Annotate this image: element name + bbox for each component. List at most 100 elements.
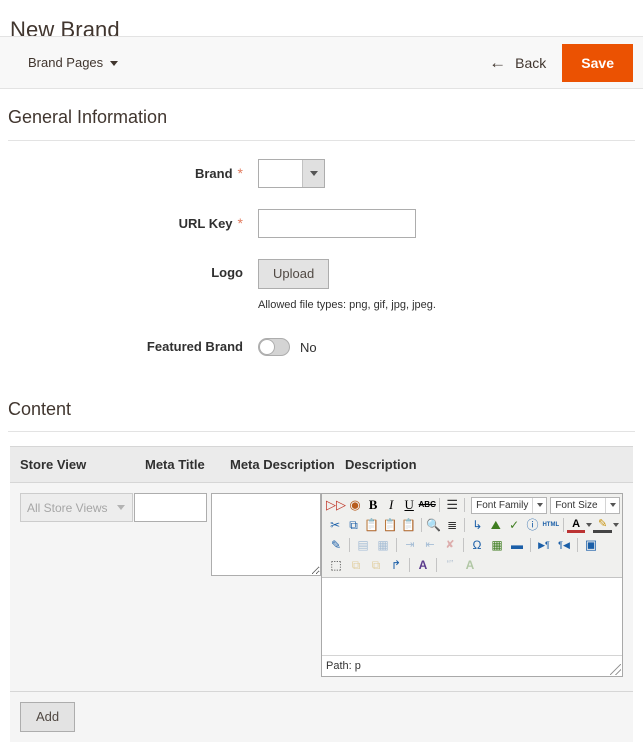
ltr-icon[interactable]: ▶¶ (534, 536, 554, 554)
brand-control (258, 159, 325, 188)
insert-row-before-icon: ⇥ (405, 539, 415, 551)
styles-icon[interactable]: A (413, 556, 433, 574)
toolbar-separator (464, 518, 466, 532)
font-size-select[interactable]: Font Size (550, 496, 620, 514)
chevron-down-icon (532, 497, 546, 513)
editor-content-area[interactable] (322, 578, 622, 656)
featured-brand-label: Featured Brand (146, 339, 243, 354)
table-cell-icon: ▦ (377, 538, 389, 552)
wysiwyg-editor: ▷▷ ◉ B I U ABC ☰ Font Family Font Size ✂… (321, 493, 623, 677)
insert-variable-icon[interactable]: ◉ (346, 496, 364, 514)
chevron-down-icon (110, 61, 119, 66)
insert-image-icon[interactable]: ⛰ (487, 516, 505, 534)
cell-meta-title (133, 493, 211, 522)
toolbar-separator (349, 538, 350, 552)
content-heading: Content (8, 382, 635, 432)
featured-brand-toggle[interactable] (258, 338, 290, 356)
justify-icon[interactable]: ☰ (443, 496, 461, 514)
toggle-knob (259, 339, 275, 355)
column-header-meta-title: Meta Title (145, 457, 205, 472)
chevron-down-icon (302, 160, 324, 187)
insert-edit-icon[interactable]: ✎ (326, 536, 346, 554)
indent-icon[interactable]: ↳ (468, 516, 486, 534)
page-title-bar: New Brand (0, 0, 643, 42)
background-color-dropdown-icon[interactable] (612, 516, 620, 534)
content-table-footer: Add (10, 691, 633, 742)
toolbar-separator (439, 498, 441, 512)
field-row-featured-brand: Featured Brand No (10, 333, 633, 361)
column-header-meta-description: Meta Description (230, 457, 335, 472)
delete-row-icon: ✘ (445, 539, 455, 551)
url-key-control (258, 209, 416, 238)
logo-label: Logo (211, 265, 243, 280)
brand-select[interactable] (258, 159, 325, 188)
insert-media-icon[interactable]: ▦ (487, 536, 507, 554)
editor-toolbar-row-2: ✂ ⧉ 📋 📋 📋 🔍 ≣ ↳ ⛰ ✓ ⓘ HTML A ✎ (324, 515, 620, 535)
paste-as-text-icon[interactable]: 📋 (381, 516, 399, 534)
meta-description-textarea[interactable] (211, 493, 321, 576)
font-size-value: Font Size (555, 499, 598, 511)
logo-control: Upload Allowed file types: png, gif, jpg… (258, 259, 436, 312)
html-source-icon[interactable]: HTML (542, 516, 560, 534)
find-replace-icon[interactable]: 🔍 (425, 516, 443, 534)
save-button[interactable]: Save (562, 43, 633, 82)
required-marker: * (237, 165, 243, 181)
paste-from-word-icon[interactable]: 📋 (399, 516, 417, 534)
featured-brand-toggle-wrap: No (258, 333, 317, 361)
add-button[interactable]: Add (20, 702, 76, 732)
editor-toolbar-row-3: ✎ ▤ ▦ ⇥ ⇤ ✘ Ω ▦ ▬ ▶¶ ¶◀ ▣ (324, 535, 620, 555)
url-key-input[interactable] (258, 209, 416, 238)
move-backward-icon: ⧉ (371, 558, 381, 572)
meta-title-input[interactable] (133, 493, 207, 522)
cell-meta-description (211, 493, 321, 579)
toolbar-separator (396, 538, 397, 552)
paste-icon[interactable]: 📋 (363, 516, 381, 534)
absolute-position-icon[interactable]: ↱ (386, 556, 406, 574)
content-table-header-row: Store View Meta Title Meta Description D… (10, 447, 633, 483)
editor-toolbars: ▷▷ ◉ B I U ABC ☰ Font Family Font Size ✂… (322, 494, 622, 578)
help-icon[interactable]: ⓘ (523, 516, 541, 534)
editor-resize-grip[interactable] (610, 664, 621, 675)
store-switcher-label: Brand Pages (28, 55, 104, 70)
background-color-icon[interactable]: ✎ (593, 518, 612, 533)
featured-brand-control: No (258, 333, 317, 361)
spellcheck-icon[interactable]: ▷▷ (326, 496, 346, 514)
toolbar-separator (464, 498, 466, 512)
strikethrough-icon[interactable]: ABC (418, 496, 436, 514)
field-row-logo: Logo Upload Allowed file types: png, gif… (10, 259, 633, 312)
italic-icon[interactable]: I (382, 496, 400, 514)
toolbar-separator (409, 558, 410, 572)
font-family-select[interactable]: Font Family (471, 496, 548, 514)
editor-toolbar-row-1: ▷▷ ◉ B I U ABC ☰ Font Family Font Size (324, 495, 620, 515)
copy-icon[interactable]: ⧉ (344, 516, 362, 534)
cleanup-icon[interactable]: ✓ (505, 516, 523, 534)
cell-description: ▷▷ ◉ B I U ABC ☰ Font Family Font Size ✂… (321, 493, 623, 677)
content-table: Store View Meta Title Meta Description D… (10, 446, 633, 742)
store-switcher[interactable]: Brand Pages (28, 55, 119, 70)
horizontal-rule-icon[interactable]: ▬ (507, 536, 527, 554)
logo-allowed-types-note: Allowed file types: png, gif, jpg, jpeg. (258, 299, 436, 311)
bold-icon[interactable]: B (364, 496, 382, 514)
list-icon[interactable]: ≣ (443, 516, 461, 534)
chevron-down-icon (605, 497, 619, 513)
text-color-dropdown-icon[interactable] (585, 516, 593, 534)
column-header-store-view: Store View (20, 457, 87, 472)
cut-icon[interactable]: ✂ (326, 516, 344, 534)
underline-icon[interactable]: U (400, 496, 418, 514)
insert-row-after-icon: ⇤ (425, 539, 435, 551)
special-character-icon[interactable]: Ω (467, 536, 487, 554)
editor-path-label: Path: p (326, 660, 361, 672)
general-information-heading: General Information (8, 89, 635, 141)
url-key-label: URL Key * (178, 215, 243, 231)
fullscreen-icon[interactable]: ▣ (581, 536, 601, 554)
cell-store-view: All Store Views (20, 493, 134, 522)
rtl-icon[interactable]: ¶◀ (554, 536, 574, 554)
back-button-label: Back (515, 54, 547, 71)
main-content: General Information Brand * URL Key * Lo… (0, 89, 643, 742)
visual-aid-icon[interactable]: ⬚ (326, 556, 346, 574)
back-button[interactable]: ← Back (487, 51, 548, 75)
upload-button[interactable]: Upload (258, 259, 330, 289)
toolbar-separator (562, 518, 564, 532)
text-color-icon[interactable]: A (566, 518, 586, 533)
brand-select-value (259, 160, 302, 187)
